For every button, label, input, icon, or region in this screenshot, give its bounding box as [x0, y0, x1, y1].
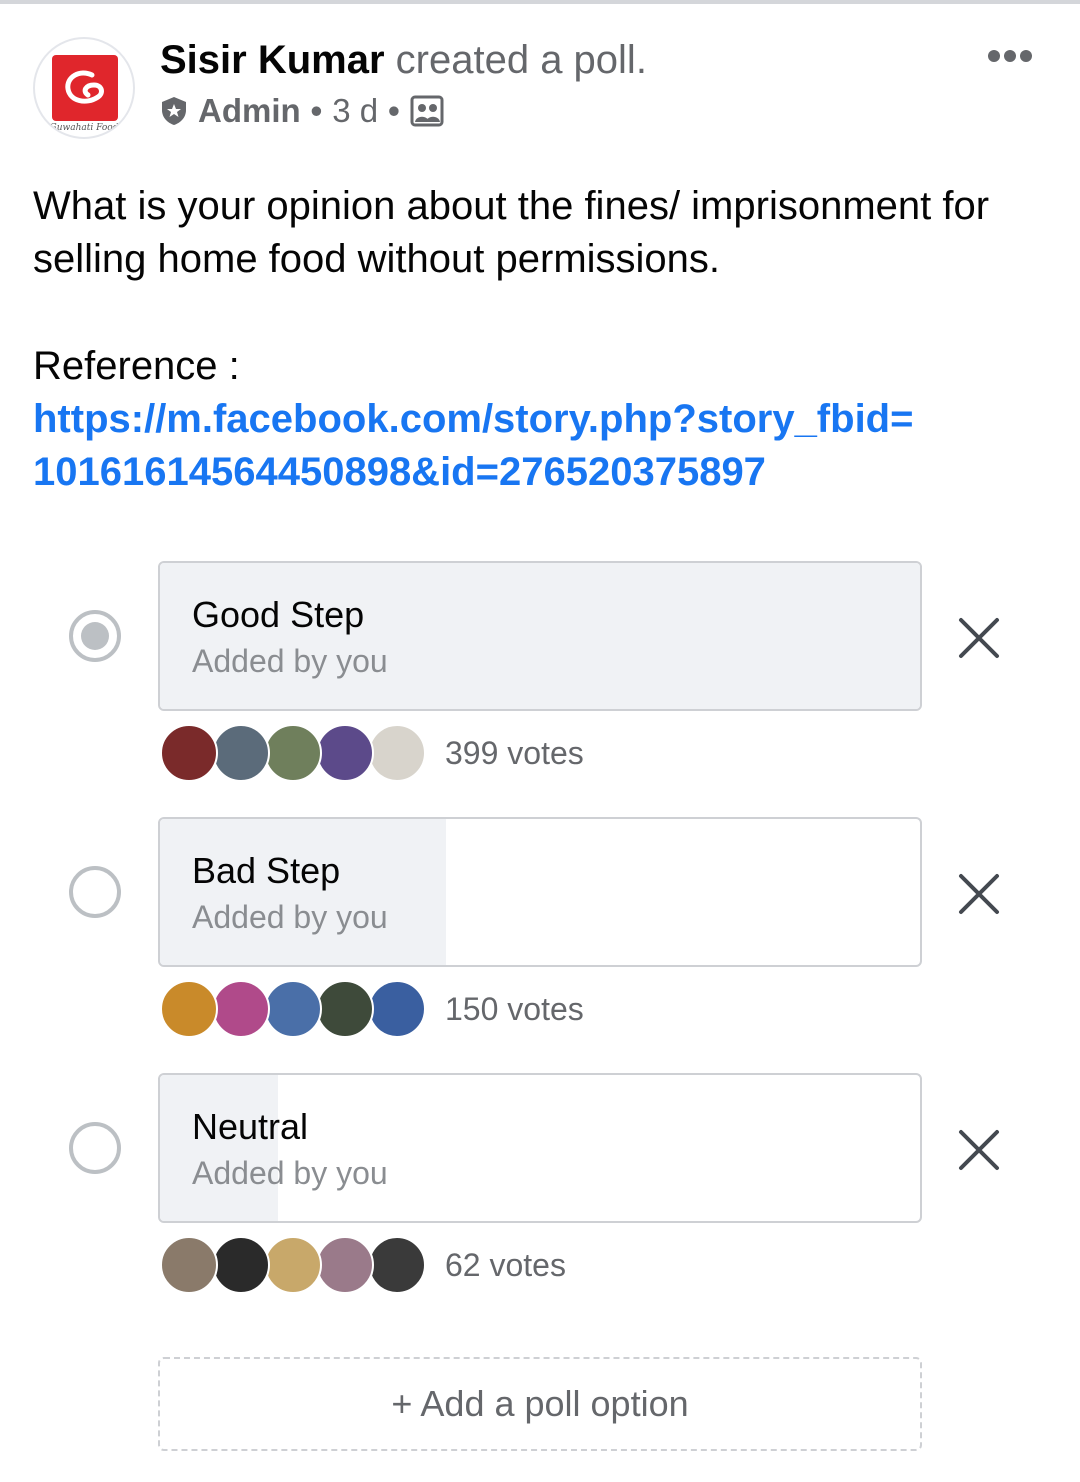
post-time[interactable]: 3 d: [332, 92, 378, 130]
more-options-button[interactable]: [978, 36, 1042, 76]
group-logo: [52, 55, 118, 121]
voter-avatar: [264, 980, 322, 1038]
group-avatar[interactable]: Guwahati Food: [33, 37, 135, 139]
reference-block: Reference : https://m.facebook.com/story…: [33, 340, 1063, 499]
close-icon[interactable]: [952, 611, 1006, 665]
close-icon[interactable]: [952, 1123, 1006, 1177]
voter-avatars[interactable]: 62 votes: [160, 1236, 1060, 1296]
poll-option-label: Neutral: [192, 1106, 309, 1147]
voter-avatar: [212, 980, 270, 1038]
add-poll-option-button[interactable]: + Add a poll option: [158, 1357, 922, 1451]
more-dots-icon: [988, 50, 1032, 62]
voter-avatars[interactable]: 399 votes: [160, 724, 1060, 784]
poll-option: Bad Step Added by you: [0, 817, 1080, 967]
voter-avatar: [264, 1236, 322, 1294]
poll-option-label: Good Step: [192, 594, 365, 635]
voter-avatar: [160, 724, 218, 782]
post-header-title: Sisir Kumar created a poll.: [160, 36, 647, 84]
logo-caption: Guwahati Food: [49, 123, 119, 133]
voter-avatars[interactable]: 150 votes: [160, 980, 1060, 1040]
separator-dot: •: [310, 92, 323, 129]
post-question: What is your opinion about the fines/ im…: [33, 184, 990, 281]
voter-avatar: [212, 724, 270, 782]
poll-radio-selected[interactable]: [69, 610, 121, 662]
voter-avatar: [316, 724, 374, 782]
poll-option-added-by: Added by you: [192, 643, 388, 679]
voter-avatar: [368, 1236, 426, 1294]
poll-option-added-by: Added by you: [192, 1155, 388, 1191]
shield-icon: [162, 97, 186, 125]
top-divider: [0, 0, 1080, 4]
poll-radio[interactable]: [69, 1122, 121, 1174]
author-name[interactable]: Sisir Kumar: [160, 38, 385, 82]
vote-count[interactable]: 62 votes: [445, 1244, 566, 1286]
poll-option-label: Bad Step: [192, 850, 341, 891]
vote-count[interactable]: 399 votes: [445, 732, 584, 774]
poll-option: Neutral Added by you: [0, 1073, 1080, 1223]
poll-option-box[interactable]: Neutral Added by you: [158, 1073, 922, 1223]
voter-avatar: [160, 980, 218, 1038]
close-icon[interactable]: [952, 867, 1006, 921]
voter-avatar: [368, 980, 426, 1038]
reference-link[interactable]: https://m.facebook.com/story.php?story_f…: [33, 393, 933, 499]
post-meta: Admin • 3 d •: [160, 90, 444, 132]
voter-avatar: [316, 980, 374, 1038]
poll-radio[interactable]: [69, 866, 121, 918]
voter-avatar: [160, 1236, 218, 1294]
role-badge: Admin: [198, 92, 301, 129]
post-text: What is your opinion about the fines/ im…: [33, 180, 1063, 286]
poll-option-box[interactable]: Good Step Added by you: [158, 561, 922, 711]
voter-avatar: [212, 1236, 270, 1294]
voter-avatar: [368, 724, 426, 782]
voter-avatar: [316, 1236, 374, 1294]
poll-option-added-by: Added by you: [192, 899, 388, 935]
author-action: created a poll.: [395, 38, 647, 82]
group-icon: [410, 95, 444, 127]
reference-label: Reference :: [33, 344, 240, 388]
voter-avatar: [264, 724, 322, 782]
poll-option-box[interactable]: Bad Step Added by you: [158, 817, 922, 967]
poll-option: Good Step Added by you: [0, 561, 1080, 711]
vote-count[interactable]: 150 votes: [445, 988, 584, 1030]
separator-dot: •: [388, 92, 400, 129]
